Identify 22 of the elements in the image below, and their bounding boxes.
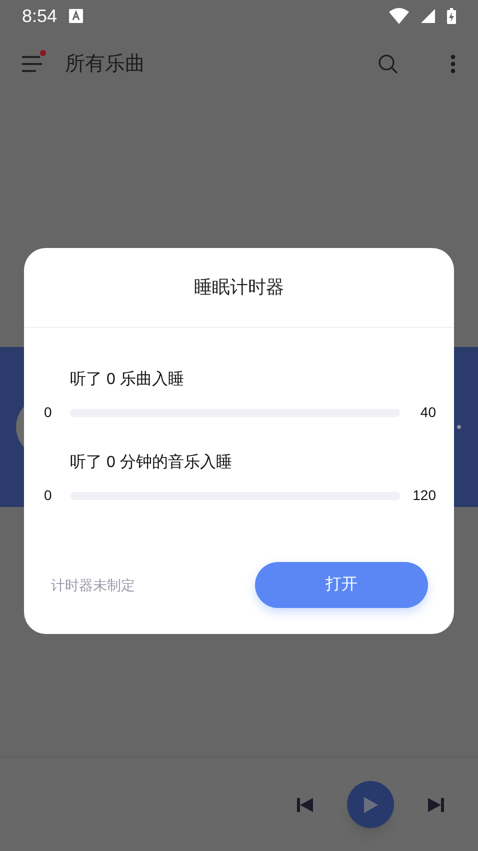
search-icon[interactable] <box>378 54 398 74</box>
signal-icon <box>421 9 435 23</box>
slider-min-value: 0 <box>44 403 53 422</box>
dots-icon <box>456 425 462 429</box>
next-track-icon[interactable] <box>428 798 444 812</box>
play-button[interactable] <box>347 781 394 828</box>
slider-label: 听了 0 乐曲入睡 <box>70 370 185 390</box>
wifi-icon <box>389 8 409 24</box>
previous-track-icon[interactable] <box>297 798 313 812</box>
slider-max-value: 40 <box>419 403 436 422</box>
slider-max-value: 120 <box>412 486 436 505</box>
open-button[interactable]: 打开 <box>255 562 428 608</box>
play-icon <box>364 796 378 812</box>
dialog-title: 睡眠计时器 <box>194 276 284 299</box>
keyboard-notification-icon <box>69 9 84 23</box>
timer-status-text: 计时器未制定 <box>51 576 135 594</box>
slider-label: 听了 0 分钟的音乐入睡 <box>70 452 233 473</box>
page-title: 所有乐曲 <box>65 52 145 77</box>
slider-min-value: 0 <box>44 486 53 505</box>
more-options-icon[interactable] <box>450 54 456 74</box>
status-time: 8:54 <box>22 4 58 28</box>
battery-charging-icon <box>447 8 456 24</box>
